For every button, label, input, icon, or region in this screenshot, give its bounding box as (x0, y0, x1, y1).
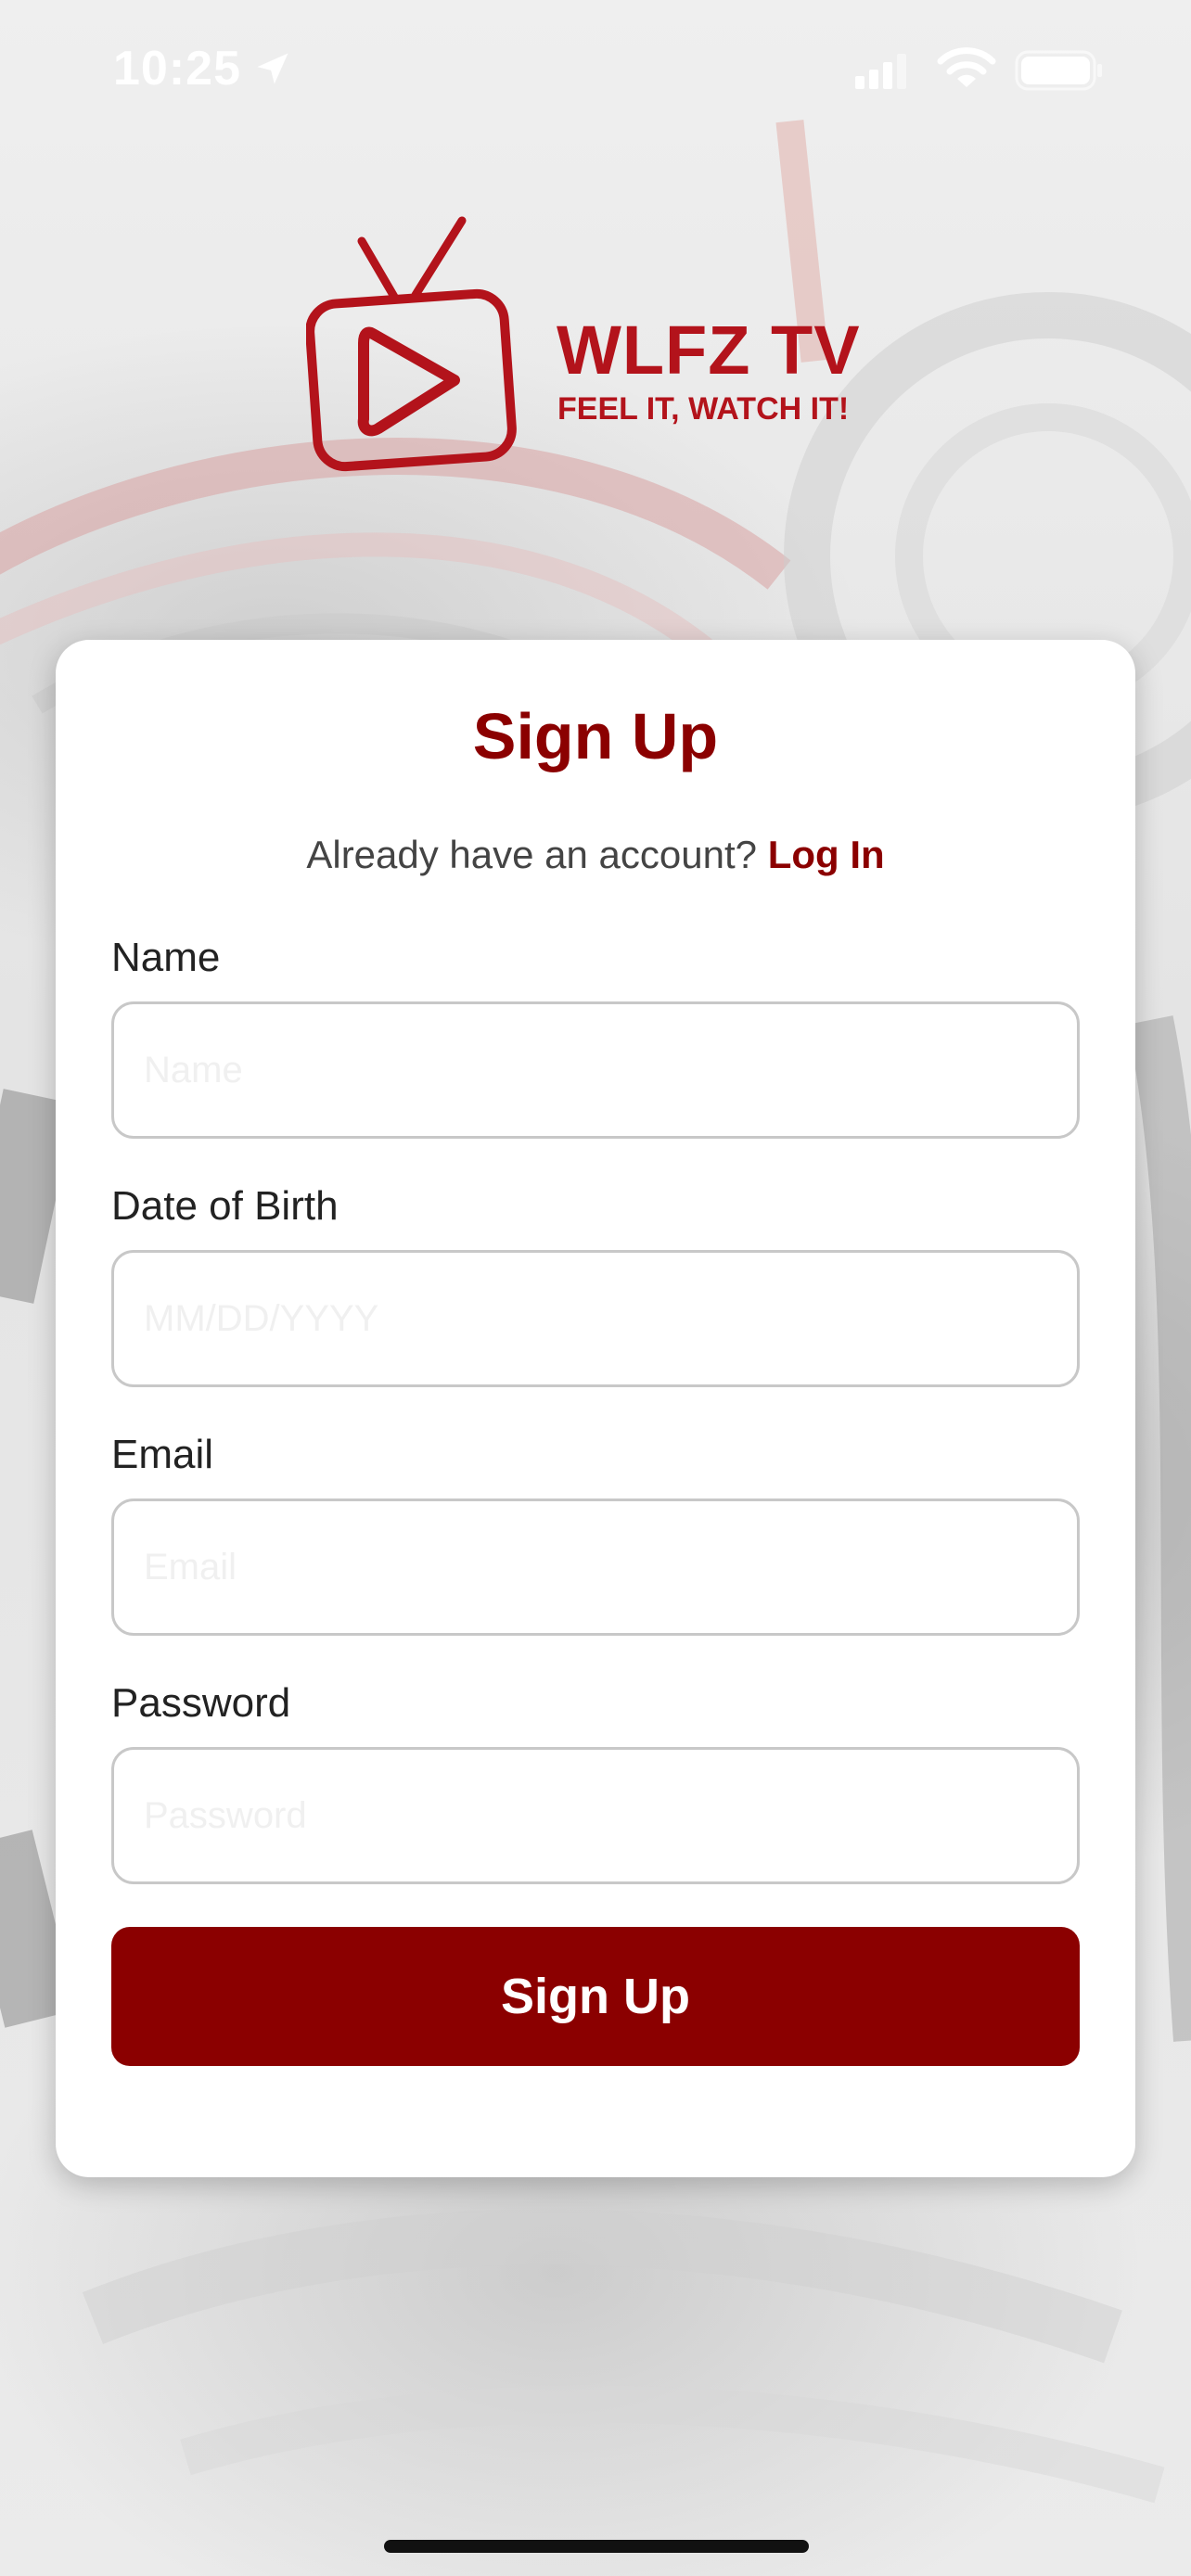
password-label: Password (111, 1680, 291, 1726)
location-arrow-icon (252, 48, 293, 94)
status-bar: 10:25 (0, 0, 1191, 139)
wifi-icon (937, 46, 996, 94)
name-input[interactable] (111, 1001, 1080, 1139)
dob-label: Date of Birth (111, 1183, 339, 1229)
home-indicator[interactable] (384, 2540, 809, 2553)
sign-up-button[interactable]: Sign Up (111, 1927, 1080, 2066)
battery-icon (1015, 50, 1104, 96)
app-logo: WLFZ TV FEEL IT, WATCH IT! (306, 213, 863, 473)
signup-card: Sign Up Already have an account? Log In … (56, 640, 1135, 2177)
email-input[interactable] (111, 1498, 1080, 1636)
tv-play-icon (306, 216, 517, 472)
brand-name: WLFZ TV (557, 312, 861, 389)
status-time: 10:25 (113, 42, 241, 96)
password-input[interactable] (111, 1747, 1080, 1884)
login-prompt-row: Already have an account? Log In (56, 833, 1135, 877)
dob-input[interactable] (111, 1250, 1080, 1387)
email-label: Email (111, 1432, 214, 1477)
login-prompt-text: Already have an account? (306, 833, 758, 876)
cellular-signal-icon (855, 54, 907, 94)
login-link[interactable]: Log In (768, 833, 885, 876)
name-label: Name (111, 935, 221, 980)
brand-tagline: FEEL IT, WATCH IT! (557, 391, 850, 427)
page-title: Sign Up (472, 700, 719, 772)
